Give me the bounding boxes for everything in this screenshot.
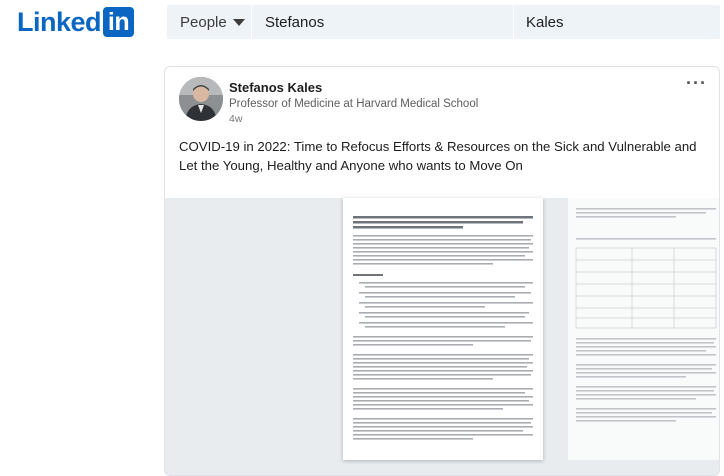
document-next-page [568, 198, 719, 460]
post-card: Stefanos Kales Professor of Medicine at … [164, 66, 720, 476]
document-page-text [353, 216, 533, 440]
caret-down-icon [232, 18, 245, 26]
last-name-input[interactable]: Kales [514, 5, 720, 39]
first-name-value: Stefanos [265, 13, 325, 31]
author-name[interactable]: Stefanos Kales [229, 80, 322, 95]
linkedin-logo[interactable]: Linked in [17, 6, 135, 38]
last-name-value: Kales [526, 13, 564, 31]
document-page [343, 198, 543, 460]
author-headline: Professor of Medicine at Harvard Medical… [229, 98, 479, 110]
post-text: COVID-19 in 2022: Time to Refocus Effort… [179, 139, 697, 173]
avatar-photo [179, 77, 223, 121]
author-avatar[interactable] [179, 77, 223, 121]
logo-in-box: in [103, 7, 135, 37]
document-preview[interactable] [165, 198, 719, 475]
filter-label: People [180, 13, 227, 31]
document-next-page-text [575, 208, 717, 422]
first-name-input[interactable]: Stefanos [252, 5, 514, 39]
more-options-icon[interactable]: ··· [686, 73, 707, 94]
people-search-bar: People Stefanos Kales [167, 5, 720, 39]
logo-wordmark: Linked [17, 6, 102, 37]
people-filter-dropdown[interactable]: People [167, 5, 252, 39]
post-timestamp: 4w [229, 113, 243, 125]
